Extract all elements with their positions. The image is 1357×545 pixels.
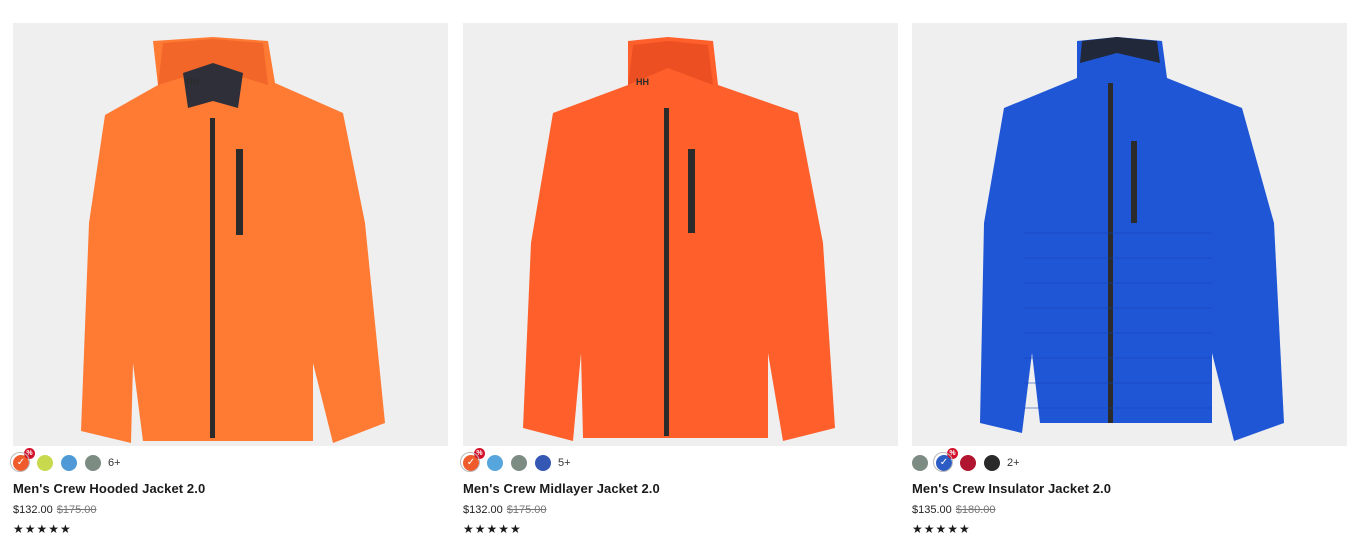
color-swatch[interactable] — [535, 455, 551, 471]
sale-price: $132.00 — [13, 504, 53, 516]
color-swatch[interactable] — [960, 455, 976, 471]
product-title[interactable]: Men's Crew Hooded Jacket 2.0 — [13, 481, 448, 496]
color-swatch[interactable]: ✓ % — [933, 448, 958, 472]
color-swatch[interactable] — [912, 455, 928, 471]
rating-stars: ★★★★★ — [13, 522, 72, 536]
color-swatch[interactable]: ✓ % — [10, 448, 35, 472]
original-price: $175.00 — [56, 504, 97, 516]
more-colors-link[interactable]: 6+ — [108, 457, 121, 469]
check-icon: ✓ — [16, 457, 26, 468]
color-swatch[interactable] — [37, 455, 53, 471]
insulator-jacket-image — [980, 37, 1284, 441]
color-swatch[interactable] — [511, 455, 527, 471]
rating-stars: ★★★★★ — [912, 522, 971, 536]
original-price: $180.00 — [955, 504, 996, 516]
product-title[interactable]: Men's Crew Midlayer Jacket 2.0 — [463, 481, 898, 496]
more-colors-link[interactable]: 5+ — [558, 457, 571, 469]
product-image[interactable]: HH — [463, 23, 898, 446]
color-swatch[interactable] — [61, 455, 77, 471]
rating-stars: ★★★★★ — [463, 522, 522, 536]
product-image[interactable]: HH — [13, 23, 448, 446]
svg-text:HH: HH — [186, 77, 199, 87]
product-image[interactable] — [912, 23, 1347, 446]
sale-price: $135.00 — [912, 504, 952, 516]
product-card[interactable]: ✓ % 2+ Men's Crew Insulator Jacket 2.0 $… — [912, 23, 1347, 536]
original-price: $175.00 — [506, 504, 547, 516]
check-icon: ✓ — [466, 457, 476, 468]
more-colors-link[interactable]: 2+ — [1007, 457, 1020, 469]
price-row: $135.00 $180.00 — [912, 504, 1347, 516]
product-card[interactable]: HH ✓ % 6+ Men's Crew Hooded Jacket 2.0 $… — [10, 23, 448, 536]
check-icon: ✓ — [939, 457, 949, 468]
price-row: $132.00 $175.00 — [463, 504, 898, 516]
sale-badge: % — [24, 448, 35, 459]
color-swatches: ✓ % 5+ — [460, 448, 898, 472]
color-swatches: ✓ % 2+ — [912, 448, 1347, 472]
price-row: $132.00 $175.00 — [13, 504, 448, 516]
midlayer-jacket-image: HH — [523, 37, 835, 441]
hooded-jacket-image: HH — [81, 37, 385, 443]
color-swatch[interactable] — [85, 455, 101, 471]
color-swatch[interactable]: ✓ % — [460, 448, 485, 472]
color-swatch[interactable] — [984, 455, 1000, 471]
sale-badge: % — [474, 448, 485, 459]
sale-badge: % — [947, 448, 958, 459]
sale-price: $132.00 — [463, 504, 503, 516]
product-title[interactable]: Men's Crew Insulator Jacket 2.0 — [912, 481, 1347, 496]
svg-text:HH: HH — [636, 77, 649, 87]
color-swatch[interactable] — [487, 455, 503, 471]
product-card[interactable]: HH ✓ % 5+ Men's Crew Midlayer Jacket 2.0… — [460, 23, 898, 536]
color-swatches: ✓ % 6+ — [10, 448, 448, 472]
